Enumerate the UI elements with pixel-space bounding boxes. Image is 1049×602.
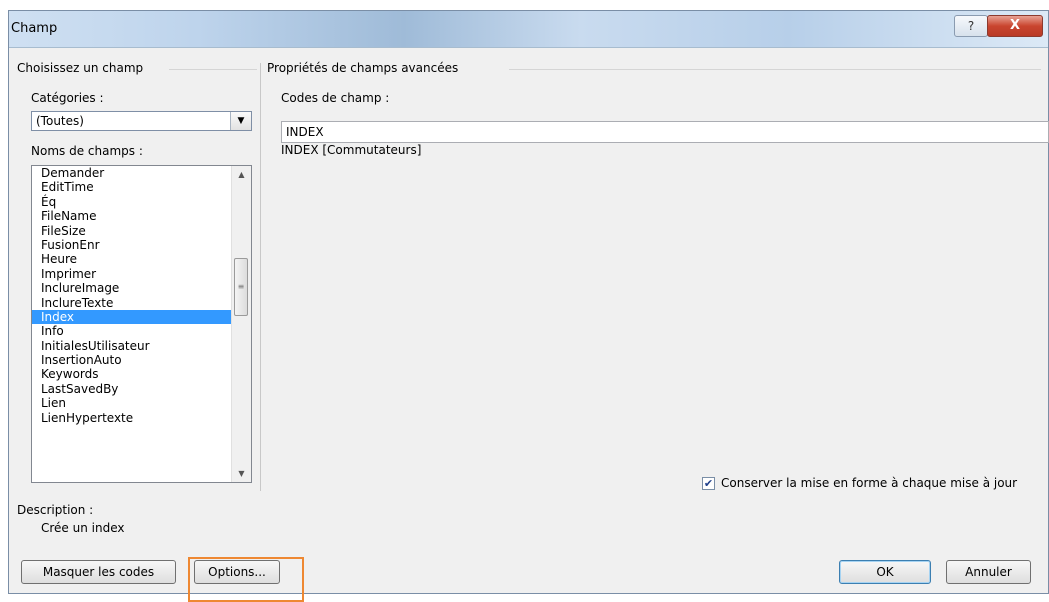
list-item[interactable]: InclureTexte: [32, 296, 232, 310]
field-codes-input-box[interactable]: [281, 121, 1049, 143]
list-item[interactable]: FusionEnr: [32, 238, 232, 252]
list-item[interactable]: InclureImage: [32, 281, 232, 295]
ok-button[interactable]: OK: [839, 560, 931, 584]
field-names-list[interactable]: Demander EditTime Éq FileName FileSize Fusion…: [31, 165, 252, 483]
group-divider: [509, 69, 1041, 70]
window-title: Champ: [11, 21, 58, 36]
preserve-format-label[interactable]: Conserver la mise en forme à chaque mise…: [721, 476, 1017, 490]
list-item[interactable]: Demander: [32, 166, 232, 180]
scroll-down-icon[interactable]: ▼: [232, 465, 251, 482]
list-item[interactable]: Info: [32, 324, 232, 338]
checkmark-icon: ✔: [703, 477, 714, 490]
preserve-format-checkbox[interactable]: ✔: [702, 477, 715, 490]
field-names-items: Demander EditTime Éq FileName FileSize Fusion…: [32, 166, 232, 425]
help-button[interactable]: ?: [954, 15, 988, 37]
list-item[interactable]: LastSavedBy: [32, 382, 232, 396]
hide-codes-button[interactable]: Masquer les codes: [21, 560, 176, 584]
categories-dropdown[interactable]: (Toutes) ▼: [31, 111, 252, 131]
field-names-label: Noms de champs :: [31, 144, 143, 158]
categories-label: Catégories :: [31, 91, 104, 105]
advanced-properties-group-title: Propriétés de champs avancées: [267, 61, 459, 75]
cancel-button[interactable]: Annuler: [946, 560, 1031, 584]
list-scrollbar[interactable]: ▲ ≡ ▼: [231, 166, 251, 482]
title-bar[interactable]: Champ ? X: [9, 11, 1048, 48]
list-item[interactable]: EditTime: [32, 180, 232, 194]
scrollbar-thumb[interactable]: ≡: [234, 258, 248, 316]
group-divider: [169, 69, 257, 70]
field-dialog: Champ ? X Choisissez un champ Catégories…: [8, 10, 1049, 602]
list-item[interactable]: Lien: [32, 396, 232, 410]
list-item[interactable]: Keywords: [32, 367, 232, 381]
list-item[interactable]: Index: [32, 309, 232, 325]
chevron-down-icon[interactable]: ▼: [230, 112, 251, 130]
syntax-hint: INDEX [Commutateurs]: [281, 143, 422, 157]
field-codes-input[interactable]: [282, 122, 1048, 142]
choose-field-group-title: Choisissez un champ: [17, 61, 144, 75]
categories-selected-value: (Toutes): [36, 114, 84, 128]
list-item[interactable]: LienHypertexte: [32, 411, 232, 425]
field-codes-label: Codes de champ :: [281, 91, 390, 105]
options-button[interactable]: Options...: [194, 560, 280, 584]
vertical-separator: [260, 63, 261, 491]
description-text: Crée un index: [41, 521, 125, 535]
list-item[interactable]: Éq: [32, 195, 232, 209]
list-item[interactable]: FileSize: [32, 224, 232, 238]
list-item[interactable]: InsertionAuto: [32, 353, 232, 367]
list-item[interactable]: InitialesUtilisateur: [32, 339, 232, 353]
list-item[interactable]: Heure: [32, 252, 232, 266]
close-button[interactable]: X: [987, 15, 1043, 37]
list-item[interactable]: FileName: [32, 209, 232, 223]
description-label: Description :: [17, 503, 94, 517]
scroll-up-icon[interactable]: ▲: [232, 166, 251, 183]
list-item[interactable]: Imprimer: [32, 267, 232, 281]
